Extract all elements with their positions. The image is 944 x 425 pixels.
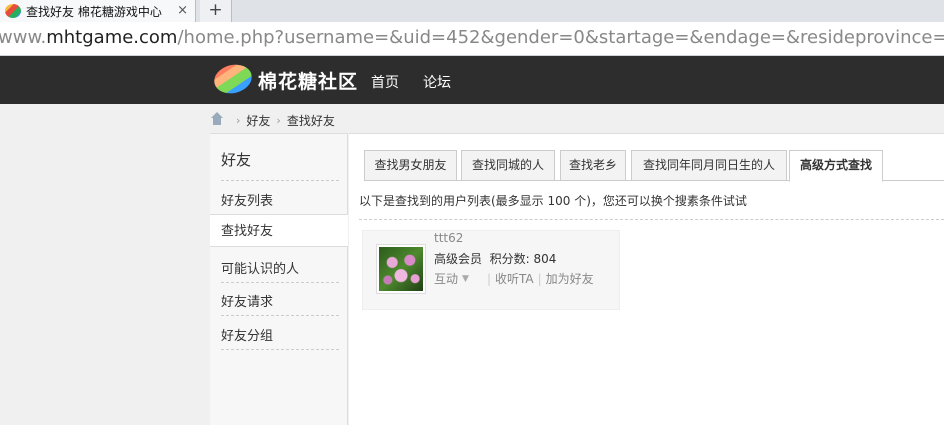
user-group: 高级会员 积分数: 804 [434,252,557,266]
add-friend-button[interactable]: 加为好友 [546,270,594,287]
sidebar-item-friend-requests[interactable]: 好友请求 [221,291,338,310]
sidebar-item-friend-groups[interactable]: 好友分组 [221,325,338,344]
site-header: 棉花糖社区 首页 论坛 [0,56,944,104]
tab-advanced-search[interactable]: 高级方式查找 [789,150,883,182]
interact-button[interactable]: 互动 [434,270,458,287]
breadcrumb: › 好友 › 查找好友 [210,110,335,130]
nav-home[interactable]: 首页 [371,72,399,92]
tab-find-hometown[interactable]: 查找老乡 [560,150,626,181]
tab-find-partner[interactable]: 查找男女朋友 [364,150,457,181]
main-content: 查找男女朋友 查找同城的人 查找老乡 查找同年同月同日生的人 高级方式查找 以下… [349,133,944,425]
user-actions: 互动 ▼ | 收听TA | 加为好友 [434,270,594,287]
home-icon[interactable] [210,112,224,126]
breadcrumb-friends[interactable]: 好友 [246,112,270,129]
address-bar[interactable]: www.mhtgame.com/home.php?username=&uid=4… [0,22,944,56]
user-card: ttt62 高级会员 积分数: 804 互动 ▼ | 收听TA | 加为好友 [362,230,620,310]
favicon-icon [5,4,21,18]
site-logo-text[interactable]: 棉花糖社区 [258,67,358,94]
user-name[interactable]: ttt62 [434,231,463,245]
tab-close-icon[interactable]: × [177,3,188,18]
browser-tab-title: 查找好友 棉花糖游戏中心 [26,4,162,19]
sidebar: 好友 好友列表 查找好友 可能认识的人 好友请求 好友分组 [210,133,348,425]
new-tab-button[interactable]: + [200,0,232,22]
sidebar-item-find-friends[interactable]: 查找好友 [210,214,348,247]
url-text: www.mhtgame.com/home.php?username=&uid=4… [0,27,944,48]
tab-find-same-city[interactable]: 查找同城的人 [461,150,555,181]
nav-forum[interactable]: 论坛 [423,72,451,92]
tab-find-same-birthday[interactable]: 查找同年同月同日生的人 [631,150,787,181]
find-tabs: 查找男女朋友 查找同城的人 查找老乡 查找同年同月同日生的人 高级方式查找 [364,149,944,182]
logo-icon[interactable] [211,60,255,98]
sidebar-title: 好友 [221,151,252,169]
browser-tab-bar: 查找好友 棉花糖游戏中心 × + [0,0,944,22]
sidebar-item-may-know[interactable]: 可能认识的人 [221,258,338,277]
browser-tab[interactable]: 查找好友 棉花糖游戏中心 × [0,0,196,22]
caret-down-icon[interactable]: ▼ [462,274,469,284]
avatar[interactable] [376,244,426,294]
user-points: 804 [533,252,557,266]
result-note: 以下是查找到的用户列表(最多显示 100 个)，您还可以换个搜素条件试试 [359,194,747,208]
follow-button[interactable]: 收听TA [495,270,534,287]
breadcrumb-find-friends: 查找好友 [286,113,335,128]
sidebar-item-friend-list[interactable]: 好友列表 [221,190,338,209]
